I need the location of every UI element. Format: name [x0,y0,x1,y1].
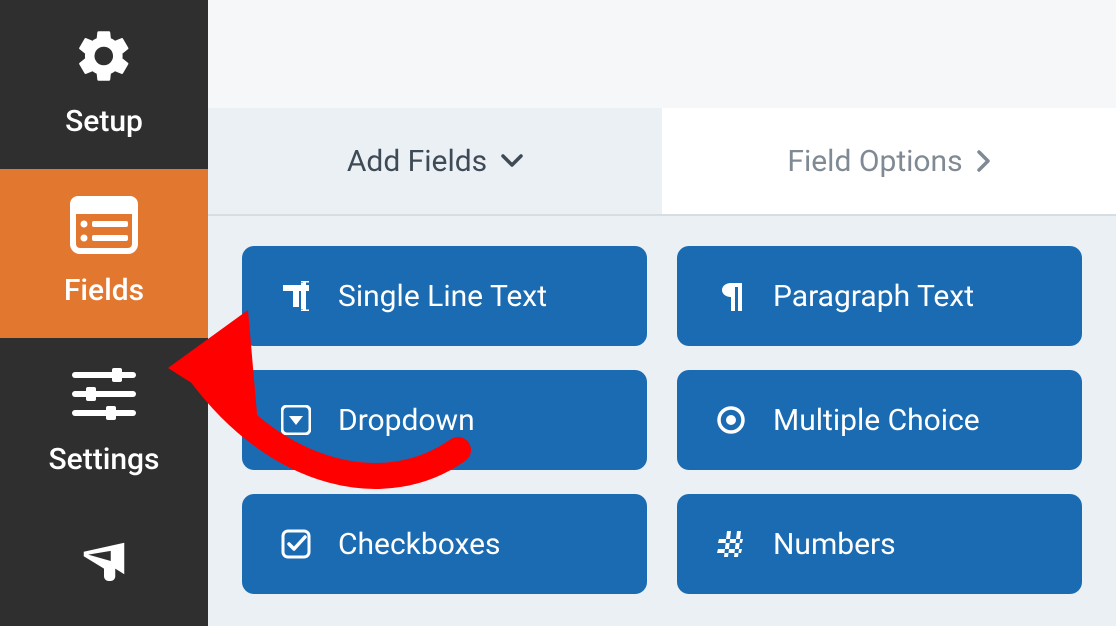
field-multiple-choice[interactable]: Multiple Choice [677,370,1082,470]
tabs-row: Add Fields Field Options [208,108,1116,216]
tab-label: Field Options [787,144,962,179]
sidebar-item-settings[interactable]: Settings [0,338,208,507]
sidebar-item-label: Fields [64,273,144,308]
field-dropdown[interactable]: Dropdown [242,370,647,470]
main-panel: Add Fields Field Options Single Line Tex [208,0,1116,626]
caret-square-down-icon [276,405,316,435]
field-label: Multiple Choice [773,403,980,438]
megaphone-icon [73,531,135,595]
text-cursor-icon [276,281,316,311]
tab-field-options[interactable]: Field Options [662,108,1116,214]
field-label: Dropdown [338,403,475,438]
chevron-down-icon [501,154,523,168]
field-label: Single Line Text [338,279,547,314]
sidebar-item-label: Settings [48,442,159,477]
sidebar-item-marketing[interactable] [0,507,208,621]
tab-add-fields[interactable]: Add Fields [208,108,662,214]
app-root: Setup Fi [0,0,1116,626]
field-label: Numbers [773,527,896,562]
field-grid: Single Line Text Paragraph Text Dropdown [242,246,1082,594]
tab-label: Add Fields [347,144,487,179]
field-single-line-text[interactable]: Single Line Text [242,246,647,346]
field-numbers[interactable]: Numbers [677,494,1082,594]
sidebar-item-fields[interactable]: Fields [0,169,208,338]
header-spacer [208,0,1116,108]
sidebar: Setup Fi [0,0,208,626]
sliders-icon [72,362,136,426]
field-checkboxes[interactable]: Checkboxes [242,494,647,594]
gear-icon [73,24,135,88]
chevron-right-icon [977,150,991,172]
field-paragraph-text[interactable]: Paragraph Text [677,246,1082,346]
field-label: Checkboxes [338,527,501,562]
dot-circle-icon [711,405,751,435]
sidebar-item-label: Setup [65,104,143,139]
field-palette: Single Line Text Paragraph Text Dropdown [208,216,1116,626]
field-label: Paragraph Text [773,279,974,314]
pilcrow-icon [711,281,751,311]
check-square-icon [276,529,316,559]
sidebar-item-setup[interactable]: Setup [0,0,208,169]
list-icon [70,193,138,257]
hashtag-icon [711,529,751,559]
